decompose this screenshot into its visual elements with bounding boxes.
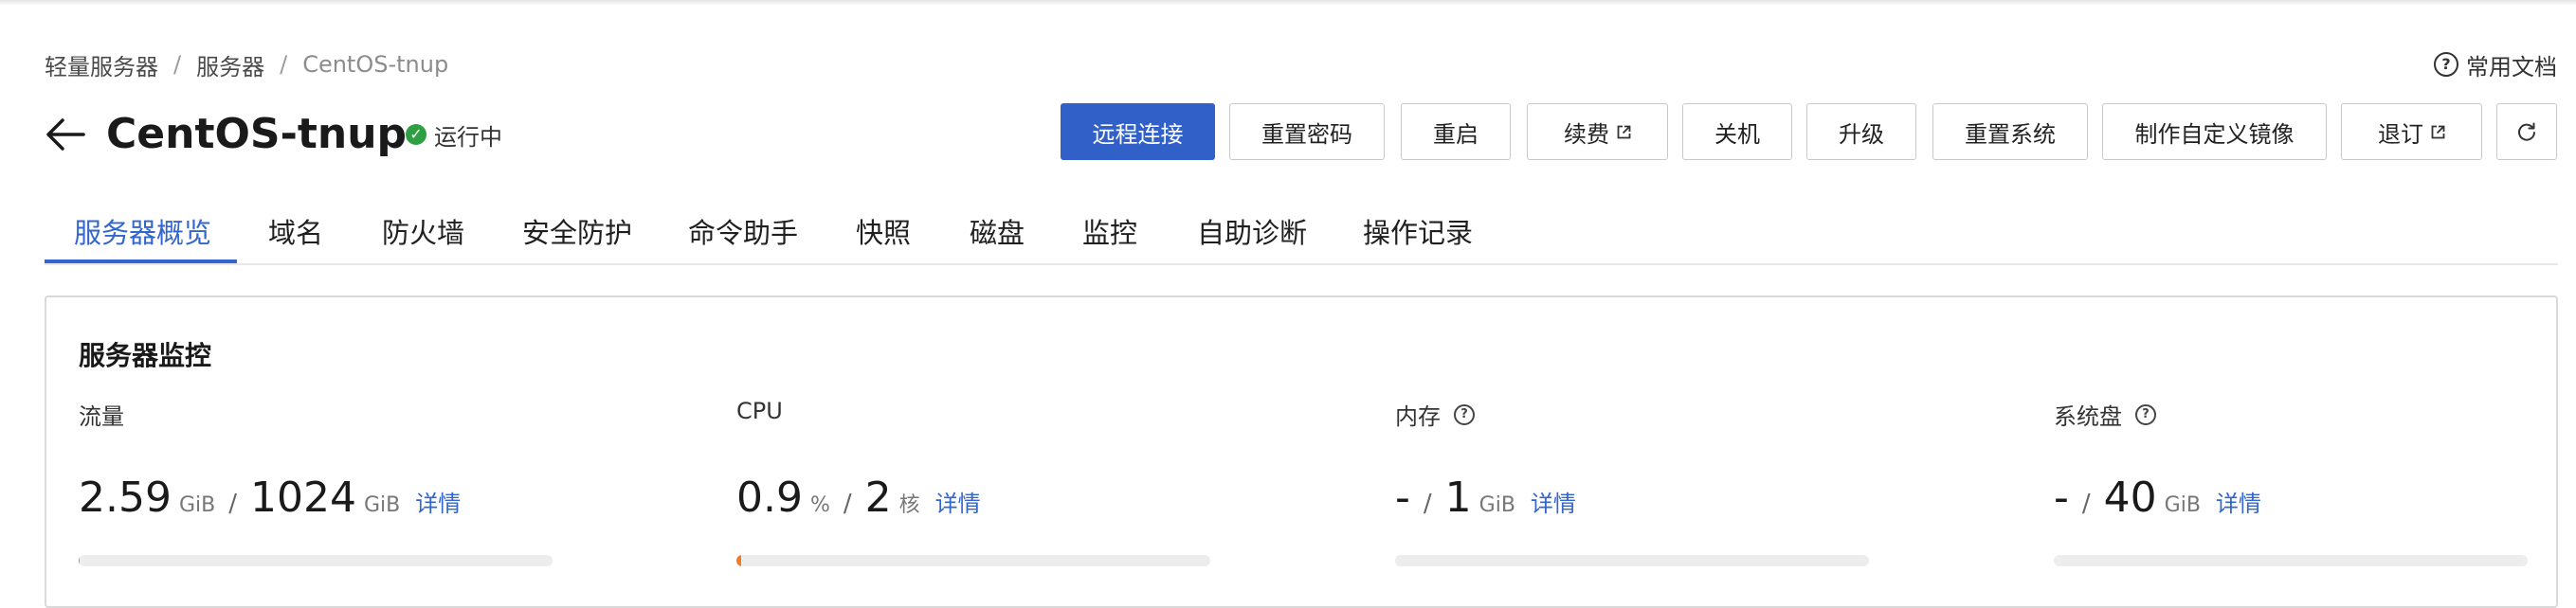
tab-operation-log[interactable]: 操作记录 bbox=[1363, 212, 1473, 254]
metric-used-unit: GiB bbox=[178, 493, 216, 517]
metric-total-value: 1 bbox=[1444, 474, 1472, 522]
refresh-button[interactable] bbox=[2496, 103, 2557, 160]
metric-label-text: 系统盘 bbox=[2054, 403, 2122, 430]
metric-progress-bar bbox=[79, 555, 553, 566]
top-shadow bbox=[0, 0, 2576, 6]
breadcrumb-item-lightweight-server[interactable]: 轻量服务器 bbox=[45, 48, 158, 81]
metric-value-row: 0.9 % / 2 核 详情 bbox=[736, 474, 981, 522]
metric-label: CPU bbox=[736, 398, 783, 424]
tab-domain[interactable]: 域名 bbox=[268, 212, 323, 254]
metric-traffic: 流量 2.59 GiB / 1024 GiB 详情 bbox=[79, 398, 571, 568]
metric-detail-link[interactable]: 详情 bbox=[2216, 485, 2261, 518]
metric-value-row: 2.59 GiB / 1024 GiB 详情 bbox=[79, 474, 461, 522]
external-link-icon bbox=[1617, 125, 1631, 138]
metric-used-value: 0.9 bbox=[736, 474, 803, 522]
tab-server-overview[interactable]: 服务器概览 bbox=[74, 212, 211, 254]
remote-connect-label: 远程连接 bbox=[1092, 120, 1184, 148]
metric-total-value: 40 bbox=[2103, 474, 2157, 522]
upgrade-label: 升级 bbox=[1839, 120, 1884, 148]
metric-detail-link[interactable]: 详情 bbox=[935, 485, 981, 518]
status-badge: ✓ 运行中 bbox=[406, 117, 502, 152]
metric-value-row: - / 1 GiB 详情 bbox=[1395, 474, 1576, 522]
metric-separator: / bbox=[2081, 490, 2091, 518]
restart-button[interactable]: 重启 bbox=[1401, 103, 1511, 160]
metric-used-unit: % bbox=[809, 493, 830, 517]
help-docs-link[interactable]: ? 常用文档 bbox=[2434, 49, 2557, 80]
reset-system-label: 重置系统 bbox=[1965, 120, 2056, 148]
metric-detail-link[interactable]: 详情 bbox=[415, 485, 461, 518]
metric-label-text: 流量 bbox=[79, 403, 124, 430]
metric-progress-bar bbox=[1395, 555, 1869, 566]
tab-security-protection[interactable]: 安全防护 bbox=[522, 212, 632, 254]
metric-label: 内存 ? bbox=[1395, 398, 1475, 431]
check-circle-icon: ✓ bbox=[406, 124, 426, 145]
breadcrumb-separator: / bbox=[173, 51, 182, 78]
metric-used-value: - bbox=[2054, 474, 2069, 522]
reset-system-button[interactable]: 重置系统 bbox=[1932, 103, 2088, 160]
status-label: 运行中 bbox=[434, 123, 502, 151]
metric-progress-bar bbox=[2054, 555, 2528, 566]
tab-monitoring[interactable]: 监控 bbox=[1082, 212, 1137, 254]
shutdown-button[interactable]: 关机 bbox=[1682, 103, 1792, 160]
tab-snapshot[interactable]: 快照 bbox=[856, 212, 911, 254]
create-custom-image-label: 制作自定义镜像 bbox=[2134, 120, 2295, 148]
metric-system-disk: 系统盘 ? - / 40 GiB 详情 bbox=[2054, 398, 2547, 568]
metric-progress-fill bbox=[79, 555, 81, 566]
card-title: 服务器监控 bbox=[79, 340, 212, 371]
metric-label-text: 内存 bbox=[1395, 403, 1441, 430]
metric-total-unit: GiB bbox=[1478, 493, 1515, 517]
breadcrumb-item-current: CentOS-tnup bbox=[302, 51, 449, 78]
shutdown-label: 关机 bbox=[1714, 120, 1760, 148]
metric-label-text: CPU bbox=[736, 398, 783, 424]
unsubscribe-button[interactable]: 退订 bbox=[2341, 103, 2482, 160]
help-docs-label: 常用文档 bbox=[2466, 53, 2557, 80]
metric-detail-link[interactable]: 详情 bbox=[1531, 485, 1576, 518]
refresh-icon bbox=[2518, 122, 2535, 141]
metric-total-value: 1024 bbox=[250, 474, 356, 522]
metric-total-unit: 核 bbox=[898, 493, 920, 517]
remote-connect-button[interactable]: 远程连接 bbox=[1061, 103, 1215, 160]
metric-cpu: CPU 0.9 % / 2 核 详情 bbox=[736, 398, 1229, 568]
reset-password-button[interactable]: 重置密码 bbox=[1229, 103, 1385, 160]
renew-label: 续费 bbox=[1564, 120, 1609, 148]
question-circle-icon[interactable]: ? bbox=[1454, 403, 1475, 425]
metric-separator: / bbox=[1423, 490, 1432, 518]
create-custom-image-button[interactable]: 制作自定义镜像 bbox=[2102, 103, 2327, 160]
metric-total-value: 2 bbox=[864, 474, 892, 522]
tab-bar: 服务器概览 域名 防火墙 安全防护 命令助手 快照 磁盘 监控 自助诊断 操作记… bbox=[45, 205, 2558, 265]
tab-command-assistant[interactable]: 命令助手 bbox=[688, 212, 798, 254]
page-title: CentOS-tnup bbox=[106, 110, 408, 158]
metric-separator: / bbox=[228, 490, 237, 518]
external-link-icon bbox=[2431, 125, 2445, 138]
metric-memory: 内存 ? - / 1 GiB 详情 bbox=[1395, 398, 1888, 568]
metric-separator: / bbox=[843, 490, 852, 518]
breadcrumb-separator: / bbox=[280, 51, 288, 78]
server-monitor-card: 服务器监控 流量 2.59 GiB / 1024 GiB 详情 CPU 0.9 … bbox=[45, 295, 2558, 608]
metric-total-unit: GiB bbox=[2164, 493, 2201, 517]
restart-label: 重启 bbox=[1433, 120, 1478, 148]
metric-label: 系统盘 ? bbox=[2054, 398, 2156, 431]
tab-disk[interactable]: 磁盘 bbox=[970, 212, 1025, 254]
question-circle-icon: ? bbox=[2434, 52, 2458, 77]
arrow-left-icon[interactable] bbox=[44, 114, 87, 155]
breadcrumb: 轻量服务器 / 服务器 / CentOS-tnup bbox=[45, 49, 448, 80]
metric-used-value: 2.59 bbox=[79, 474, 172, 522]
metric-progress-fill bbox=[736, 555, 741, 566]
metric-value-row: - / 40 GiB 详情 bbox=[2054, 474, 2261, 522]
metric-progress-bar bbox=[736, 555, 1210, 566]
upgrade-button[interactable]: 升级 bbox=[1806, 103, 1916, 160]
reset-password-label: 重置密码 bbox=[1261, 120, 1352, 148]
breadcrumb-item-servers[interactable]: 服务器 bbox=[196, 48, 264, 81]
tab-self-diagnosis[interactable]: 自助诊断 bbox=[1197, 212, 1307, 254]
unsubscribe-label: 退订 bbox=[2378, 120, 2423, 148]
metric-label: 流量 bbox=[79, 398, 124, 431]
renew-button[interactable]: 续费 bbox=[1527, 103, 1668, 160]
metric-used-value: - bbox=[1395, 474, 1410, 522]
metric-total-unit: GiB bbox=[363, 493, 401, 517]
active-tab-indicator bbox=[45, 259, 237, 263]
question-circle-icon[interactable]: ? bbox=[2135, 403, 2156, 425]
tab-firewall[interactable]: 防火墙 bbox=[382, 212, 464, 254]
